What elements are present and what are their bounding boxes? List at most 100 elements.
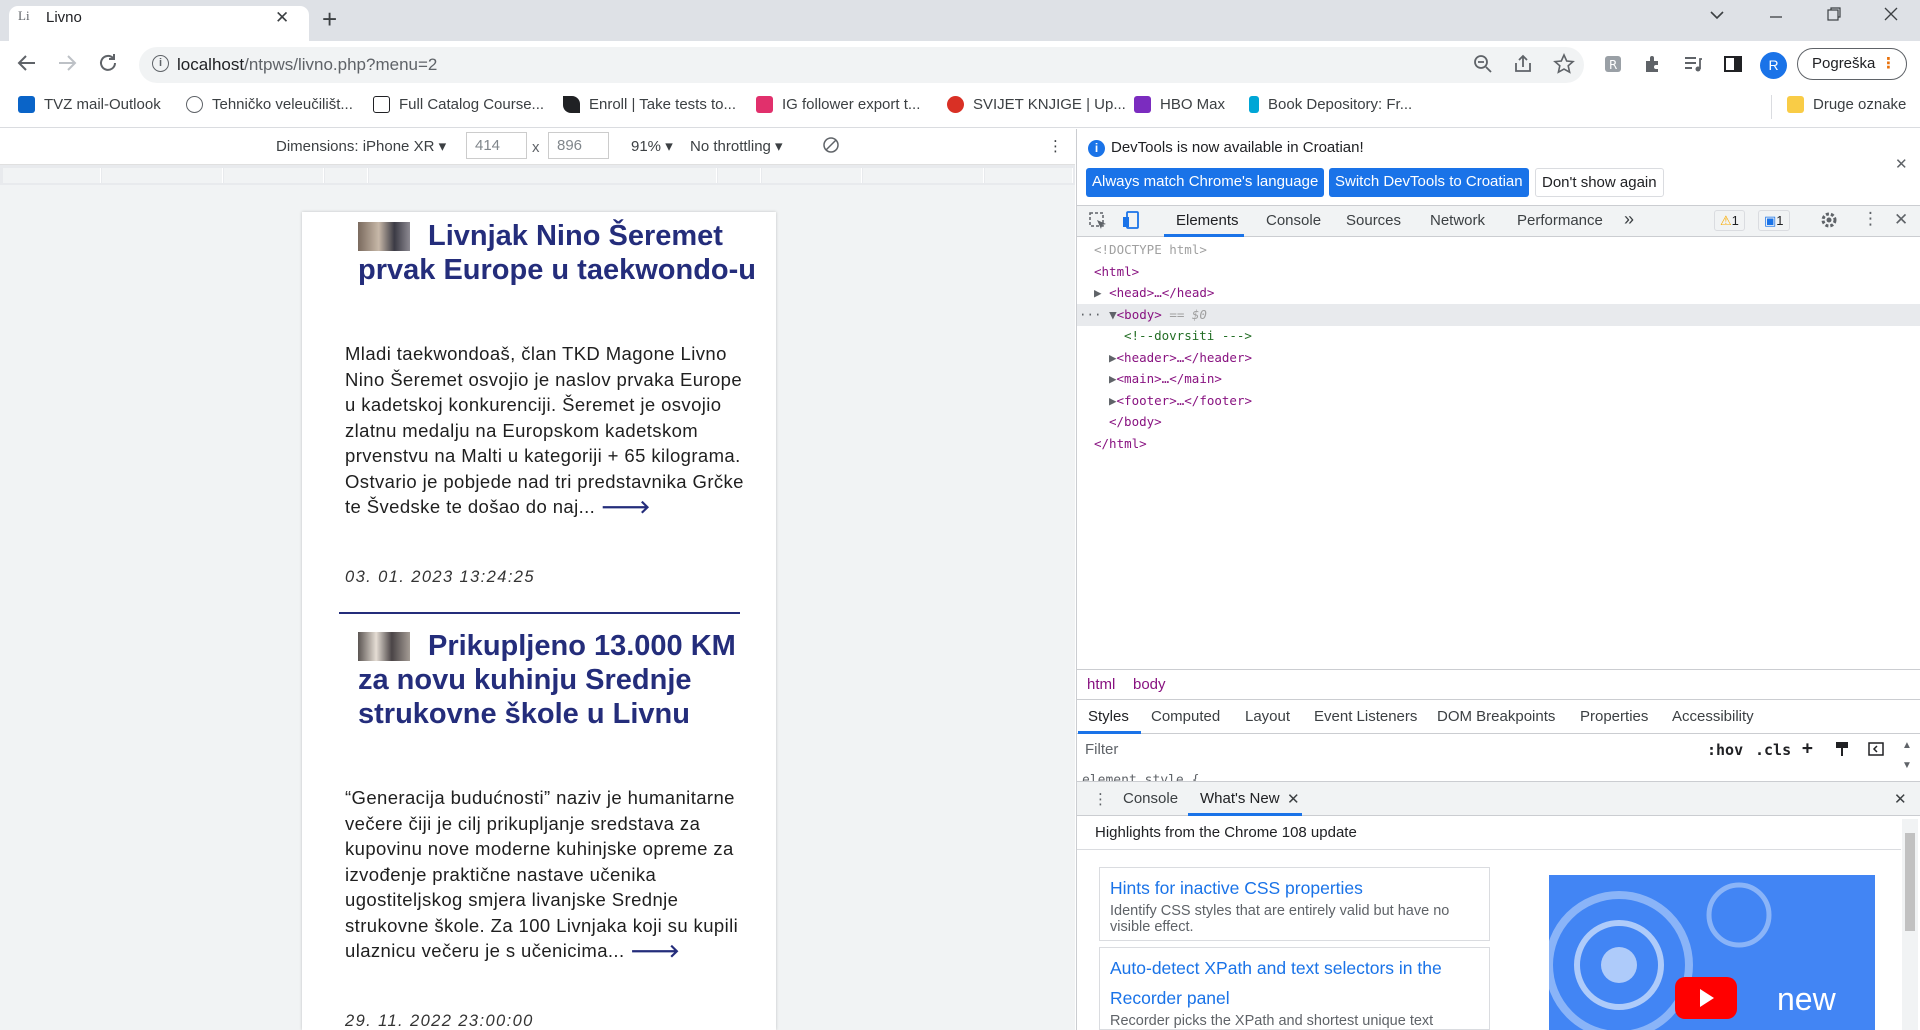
profile-avatar[interactable]: R [1760,52,1787,79]
bookmark-star-icon[interactable] [1553,53,1577,77]
tab-console[interactable]: Console [1266,212,1321,229]
paint-icon[interactable] [1834,741,1850,757]
dont-show-again-button[interactable]: Don't show again [1535,168,1664,197]
dom-footer[interactable]: ▶<footer>…</footer> [1109,390,1252,412]
other-bookmarks[interactable]: Druge oznake [1787,96,1906,113]
tab-properties[interactable]: Properties [1580,708,1648,725]
bookmark-item[interactable]: Tehničko veleučilišt... [186,96,353,113]
settings-gear-icon[interactable] [1819,210,1839,230]
tab-close-icon[interactable]: ✕ [275,8,289,28]
dom-head[interactable]: ▶ <head>…</head> [1094,282,1214,304]
throttling-select[interactable]: No throttling ▾ [690,137,783,155]
feature-card-title[interactable]: Auto-detect XPath and text selectors in … [1110,953,1479,1013]
read-more-arrow-icon[interactable]: 🡒 [630,940,680,961]
forward-icon[interactable] [55,51,79,75]
new-tab-icon[interactable]: + [322,6,337,32]
restore-icon[interactable] [1826,6,1842,22]
bookmark-item[interactable]: Full Catalog Course... [373,96,544,113]
whats-new-video-thumbnail[interactable]: new [1549,875,1875,1030]
bookmark-item[interactable]: Book Depository: Fr... [1249,96,1412,113]
dom-html-close[interactable]: </html> [1094,433,1147,455]
scroll-up-icon[interactable]: ▲ [1902,740,1912,751]
warnings-badge[interactable]: ⚠1 [1714,210,1745,231]
device-more-icon[interactable]: ⋮ [1048,137,1063,155]
zoom-select[interactable]: 91% ▾ [631,137,673,155]
tab-computed[interactable]: Computed [1151,708,1220,725]
rotate-icon[interactable] [822,136,840,154]
close-drawer-icon[interactable]: ✕ [1894,790,1907,808]
tab-styles[interactable]: Styles [1088,708,1129,725]
inspect-element-icon[interactable] [1088,211,1108,231]
error-button[interactable]: Pogreška ⋮ [1797,48,1907,80]
read-more-arrow-icon[interactable]: 🡒 [601,496,651,517]
feature-card[interactable]: Auto-detect XPath and text selectors in … [1099,947,1490,1030]
article-title[interactable]: Livnjak Nino Šeremet prvak Europe u taek… [358,219,758,287]
dom-comment[interactable]: <!--dovrsiti ---> [1124,325,1252,347]
devtools-menu-icon[interactable]: ⋮ [1862,209,1879,229]
more-tabs-icon[interactable]: » [1624,209,1634,230]
tab-search-chevron-icon[interactable] [1708,6,1726,24]
banner-close-icon[interactable]: ✕ [1895,155,1908,173]
close-window-icon[interactable] [1883,6,1899,22]
tab-sources[interactable]: Sources [1346,212,1401,229]
tab-dom-breakpoints[interactable]: DOM Breakpoints [1437,708,1555,725]
youtube-play-icon[interactable] [1675,977,1737,1019]
scroll-down-icon[interactable]: ▼ [1902,760,1912,771]
extensions-puzzle-icon[interactable] [1642,53,1666,77]
minimize-icon[interactable] [1768,12,1784,22]
dom-body[interactable]: ··· ▼<body> == $0 [1079,304,1207,326]
media-control-icon[interactable] [1682,53,1706,77]
device-select[interactable]: Dimensions: iPhone XR ▾ [276,137,446,155]
share-icon[interactable] [1512,53,1536,77]
site-info-icon[interactable]: i [152,55,169,72]
drawer-menu-icon[interactable]: ⋮ [1093,790,1108,808]
tab-layout[interactable]: Layout [1245,708,1290,725]
dom-header[interactable]: ▶<header>…</header> [1109,347,1252,369]
extension-translate-icon[interactable]: R [1602,53,1626,77]
bookmark-item[interactable]: IG follower export t... [756,96,920,113]
feature-card[interactable]: Hints for inactive CSS properties Identi… [1099,867,1490,941]
bookmark-item[interactable]: HBO Max [1134,96,1225,113]
dom-main[interactable]: ▶<main>…</main> [1109,368,1222,390]
bookmark-item[interactable]: TVZ mail-Outlook [18,96,161,113]
bookmark-item[interactable]: SVIJET KNJIGE | Up... [947,96,1126,113]
tab-performance[interactable]: Performance [1517,212,1603,229]
zoom-out-icon[interactable] [1472,53,1496,77]
switch-to-croatian-button[interactable]: Switch DevTools to Croatian [1329,168,1529,197]
always-match-language-button[interactable]: Always match Chrome's language [1086,168,1325,197]
tab-elements[interactable]: Elements [1176,212,1239,229]
enroll-icon [563,96,580,113]
element-style-rule[interactable]: element.style { [1082,771,1199,781]
breadcrumb-html[interactable]: html [1087,676,1115,693]
close-whats-new-icon[interactable]: ✕ [1287,790,1300,808]
bookmark-item[interactable]: Enroll | Take tests to... [563,96,736,113]
new-rule-icon[interactable]: + [1802,738,1813,759]
breadcrumb-body[interactable]: body [1133,676,1166,693]
tab-network[interactable]: Network [1430,212,1485,229]
sidebar-toggle-icon[interactable] [1868,741,1884,757]
article-title[interactable]: Prikupljeno 13.000 KM za novu kuhinju Sr… [358,629,758,731]
url-text[interactable]: localhost/ntpws/livno.php?menu=2 [177,55,437,75]
messages-badge[interactable]: ▣1 [1758,210,1790,231]
back-icon[interactable] [15,51,39,75]
close-devtools-icon[interactable]: ✕ [1894,210,1908,230]
tab-accessibility[interactable]: Accessibility [1672,708,1754,725]
dom-html-open[interactable]: <html> [1094,261,1139,283]
drawer-scrollbar-thumb[interactable] [1905,833,1915,931]
drawer-tab-whats-new[interactable]: What's New [1200,790,1280,807]
drawer-tab-console[interactable]: Console [1123,790,1178,807]
device-toggle-icon[interactable] [1121,210,1141,230]
menu-dots-icon: ⋮ [1881,55,1896,72]
side-panel-icon[interactable] [1722,53,1746,77]
device-width-input[interactable]: 414 [466,132,527,159]
reload-icon[interactable] [96,51,120,75]
hov-toggle[interactable]: :hov [1707,741,1743,759]
dom-body-close[interactable]: </body> [1109,411,1162,433]
dom-doctype[interactable]: <!DOCTYPE html> [1094,239,1207,261]
cls-toggle[interactable]: .cls [1755,741,1791,759]
device-height-input[interactable]: 896 [548,132,609,159]
device-screen[interactable]: Livnjak Nino Šeremet prvak Europe u taek… [302,212,776,1030]
styles-filter-input[interactable]: Filter [1085,741,1118,758]
feature-card-title[interactable]: Hints for inactive CSS properties [1110,873,1479,903]
tab-event-listeners[interactable]: Event Listeners [1314,708,1417,725]
